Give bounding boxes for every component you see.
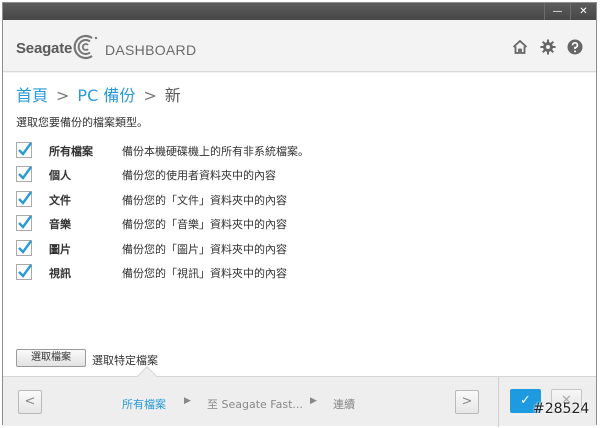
breadcrumb-pc-backup[interactable]: PC 備份 — [77, 86, 135, 105]
breadcrumb: 首頁 > PC 備份 > 新 — [16, 82, 181, 106]
dashboard-window: — ✕ Seagate DASHBOARD 首頁 > PC 備份 > 新 選取您… — [2, 2, 597, 427]
file-type-name: 個人 — [49, 169, 71, 182]
file-type-row: 音樂 備份您的「音樂」資料夾中的內容 — [16, 214, 576, 232]
file-type-row: 文件 備份您的「文件」資料夾中的內容 — [16, 190, 576, 208]
file-type-name: 圖片 — [49, 243, 71, 256]
breadcrumb-home[interactable]: 首頁 — [16, 86, 48, 105]
file-type-row: 視訊 備份您的「視訊」資料夾中的內容 — [16, 263, 576, 281]
select-files-button[interactable]: 選取檔案 — [16, 349, 86, 367]
main-content: 首頁 > PC 備份 > 新 選取您要備份的檔案類型。 所有檔案 備份本機硬碟機上的所有… — [3, 73, 596, 376]
file-type-row: 所有檔案 備份本機硬碟機上的所有非系統檔案。 — [16, 141, 576, 159]
step-all-files: 所有檔案 — [122, 398, 166, 411]
product-name: DASHBOARD — [105, 42, 197, 58]
brand-name: Seagate — [16, 40, 73, 57]
footer-divider — [498, 377, 499, 427]
file-type-name: 音樂 — [49, 218, 71, 231]
window-titlebar: — ✕ — [3, 3, 596, 20]
previous-button[interactable]: < — [18, 390, 42, 414]
step-arrow-icon: ▶ — [310, 396, 317, 406]
instruction-text: 選取您要備份的檔案類型。 — [16, 116, 148, 129]
app-header: Seagate DASHBOARD — [3, 20, 596, 72]
breadcrumb-current: 新 — [164, 86, 181, 105]
file-type-description: 備份您的「音樂」資料夾中的內容 — [122, 218, 287, 231]
checkbox-documents[interactable] — [16, 191, 32, 207]
file-type-description: 備份您的「文件」資料夾中的內容 — [122, 194, 287, 207]
minimize-button[interactable]: — — [544, 3, 570, 20]
gear-icon[interactable] — [540, 39, 556, 55]
file-type-description: 備份您的「視訊」資料夾中的內容 — [122, 267, 287, 280]
file-type-name: 文件 — [49, 194, 71, 207]
breadcrumb-separator: > — [143, 86, 157, 105]
checkbox-videos[interactable] — [16, 264, 32, 280]
step-destination: 至 Seagate Fast... — [207, 398, 303, 411]
checkbox-music[interactable] — [16, 215, 32, 231]
file-type-description: 備份您的「圖片」資料夾中的內容 — [122, 243, 287, 256]
file-type-description: 備份本機硬碟機上的所有非系統檔案。 — [122, 145, 309, 158]
checkbox-pictures[interactable] — [16, 240, 32, 256]
file-type-description: 備份您的使用者資料夾中的內容 — [122, 169, 276, 182]
watermark-id: #28524 — [533, 401, 590, 417]
close-window-button[interactable]: ✕ — [570, 3, 596, 20]
seagate-logo-icon — [73, 34, 98, 60]
checkbox-all-files[interactable] — [16, 142, 32, 158]
help-icon[interactable] — [567, 39, 583, 55]
file-type-row: 個人 備份您的使用者資料夾中的內容 — [16, 165, 576, 183]
home-icon[interactable] — [512, 39, 528, 55]
file-type-row: 圖片 備份您的「圖片」資料夾中的內容 — [16, 239, 576, 257]
step-arrow-icon: ▶ — [184, 396, 191, 406]
next-button[interactable]: > — [455, 390, 479, 414]
select-specific-files-label: 選取特定檔案 — [92, 354, 158, 367]
file-type-name: 所有檔案 — [49, 145, 93, 158]
wizard-footer: < 所有檔案 ▶ 至 Seagate Fast... ▶ 連續 > ✓ ✕ — [3, 366, 596, 427]
step-continuous: 連續 — [333, 398, 355, 411]
file-type-name: 視訊 — [49, 267, 71, 280]
breadcrumb-separator: > — [56, 86, 70, 105]
checkbox-personal[interactable] — [16, 166, 32, 182]
